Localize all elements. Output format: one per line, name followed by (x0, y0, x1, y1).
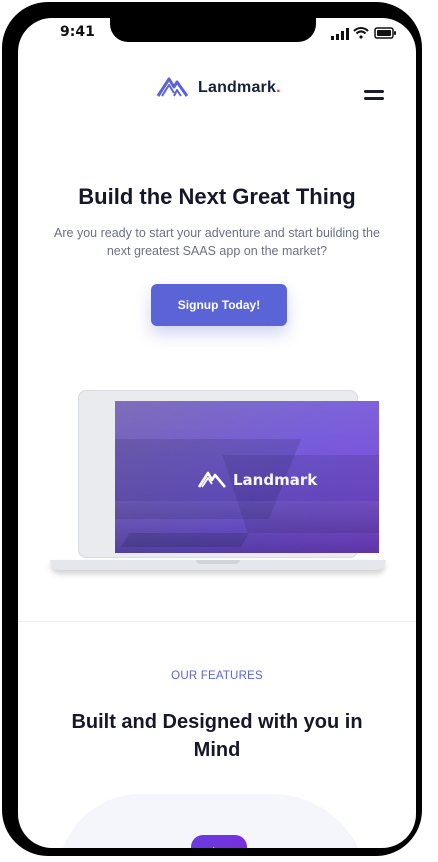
signup-button[interactable]: Signup Today! (151, 284, 287, 326)
phone-frame: 9:41 Landmark. Build the Next Great Thin… (2, 2, 422, 856)
laptop-screen-image: Landmark (115, 401, 379, 553)
hero-subtitle: Are you ready to start your adventure an… (54, 226, 380, 258)
battery-icon (374, 27, 396, 39)
laptop-base (50, 560, 386, 570)
hero-title: Build the Next Great Thing (78, 184, 356, 209)
phone-screen: 9:41 Landmark. Build the Next Great Thin… (18, 18, 416, 848)
phone-mockup: 9:41 Landmark. Build the Next Great Thin… (0, 0, 438, 862)
play-icon (213, 847, 227, 848)
hamburger-menu-button[interactable] (364, 90, 384, 104)
screen-brand-name: Landmark (233, 471, 318, 489)
brand-dot: . (276, 79, 281, 96)
brand-name[interactable]: Landmark. (198, 79, 281, 97)
laptop-lid: Landmark (78, 390, 379, 558)
brand-text: Landmark (198, 79, 277, 96)
features-title: Built and Designed with you in Mind (71, 711, 363, 761)
landmark-mountain-logo-icon[interactable] (156, 76, 189, 97)
top-navigation: Landmark. (18, 66, 416, 106)
landmark-mountain-logo-icon (197, 471, 226, 488)
wifi-icon (353, 27, 369, 39)
hamburger-menu-icon (364, 97, 384, 100)
play-video-button[interactable] (191, 835, 247, 848)
laptop-mockup: Landmark (50, 390, 386, 576)
phone-notch (110, 18, 316, 42)
hamburger-menu-icon (364, 90, 384, 93)
section-divider (18, 621, 416, 622)
status-bar: 9:41 (18, 18, 416, 48)
status-time: 9:41 (60, 24, 95, 40)
features-eyebrow: OUR FEATURES (171, 670, 263, 682)
signal-icon (331, 28, 349, 40)
